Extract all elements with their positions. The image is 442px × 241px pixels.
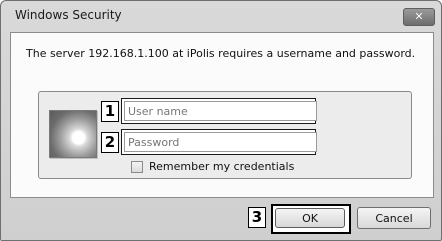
user-tile-icon — [49, 110, 97, 158]
window-title: Windows Security — [15, 8, 122, 22]
callout-marker-3: 3 — [248, 207, 266, 228]
close-button[interactable]: ✕ — [403, 8, 435, 26]
cancel-button[interactable]: Cancel — [357, 207, 431, 229]
ok-button[interactable]: OK — [275, 208, 345, 228]
password-field-frame — [121, 129, 317, 155]
username-field-frame — [121, 98, 317, 124]
ok-button-highlight: OK — [271, 204, 351, 234]
title-bar[interactable]: Windows Security ✕ — [1, 1, 441, 31]
callout-marker-1: 1 — [101, 101, 119, 122]
username-input[interactable] — [124, 101, 317, 121]
server-message: The server 192.168.1.100 at iPolis requi… — [26, 47, 416, 60]
windows-security-dialog: Windows Security ✕ The server 192.168.1.… — [0, 0, 442, 241]
close-icon: ✕ — [414, 10, 424, 23]
dialog-content: The server 192.168.1.100 at iPolis requi… — [10, 32, 434, 198]
credentials-panel: 1 2 Remember my credentials — [38, 91, 412, 179]
remember-checkbox[interactable] — [131, 160, 143, 173]
callout-marker-2: 2 — [101, 132, 119, 153]
remember-credentials-row[interactable]: Remember my credentials — [131, 160, 294, 173]
remember-label: Remember my credentials — [149, 160, 295, 173]
password-input[interactable] — [124, 132, 317, 152]
